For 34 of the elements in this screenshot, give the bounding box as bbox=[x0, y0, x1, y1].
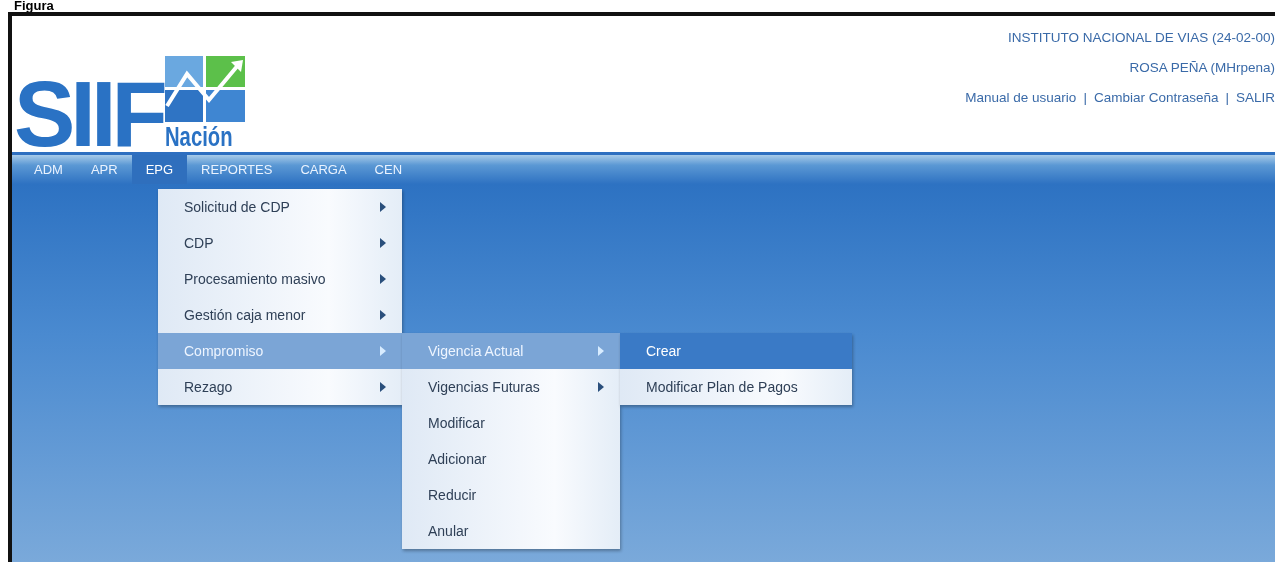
submenu-arrow-icon bbox=[380, 346, 386, 356]
menu-item[interactable]: Modificar Plan de Pagos bbox=[620, 369, 852, 405]
chart-logo-icon bbox=[164, 56, 245, 122]
submenu-arrow-icon bbox=[380, 310, 386, 320]
menu-item[interactable]: Solicitud de CDP bbox=[158, 189, 402, 225]
submenu-arrow-icon bbox=[598, 346, 604, 356]
user-name: ROSA PEÑA (MHrpena) bbox=[1129, 59, 1275, 77]
header-link[interactable]: Manual de usuario bbox=[965, 88, 1077, 108]
submenu-arrow-icon bbox=[598, 382, 604, 392]
logo-subtitle: Nación bbox=[164, 122, 233, 152]
submenu-arrow-icon bbox=[380, 202, 386, 212]
menu-item[interactable]: Crear bbox=[620, 333, 852, 369]
menu-item[interactable]: Procesamiento masivo bbox=[158, 261, 402, 297]
menu-item[interactable]: Vigencias Futuras bbox=[402, 369, 620, 405]
menu-tab[interactable]: EPG bbox=[131, 155, 188, 184]
submenu-arrow-icon bbox=[380, 382, 386, 392]
menu-item[interactable]: CDP bbox=[158, 225, 402, 261]
header-link[interactable]: Cambiar Contraseña bbox=[1093, 88, 1219, 108]
submenu-arrow-icon bbox=[380, 238, 386, 248]
menu-item[interactable]: Reducir bbox=[402, 477, 620, 513]
menu-tab[interactable]: CARGA bbox=[286, 155, 361, 184]
separator: | bbox=[1225, 89, 1229, 107]
figure-caption: Figura bbox=[13, 0, 55, 12]
menu-tab[interactable]: REPORTES bbox=[187, 155, 287, 184]
menu-item[interactable]: Gestión caja menor bbox=[158, 297, 402, 333]
menu-item[interactable]: Modificar bbox=[402, 405, 620, 441]
menu-tab[interactable]: CEN bbox=[360, 155, 417, 184]
entity-name: INSTITUTO NACIONAL DE VIAS (24-02-00) bbox=[1007, 29, 1275, 47]
separator: | bbox=[1083, 89, 1087, 107]
menu-item[interactable]: Adicionar bbox=[402, 441, 620, 477]
menu-item[interactable]: Anular bbox=[402, 513, 620, 549]
menu-item[interactable]: Rezago bbox=[158, 369, 402, 405]
submenu-arrow-icon bbox=[380, 274, 386, 284]
header-link[interactable]: SALIR bbox=[1235, 88, 1275, 108]
